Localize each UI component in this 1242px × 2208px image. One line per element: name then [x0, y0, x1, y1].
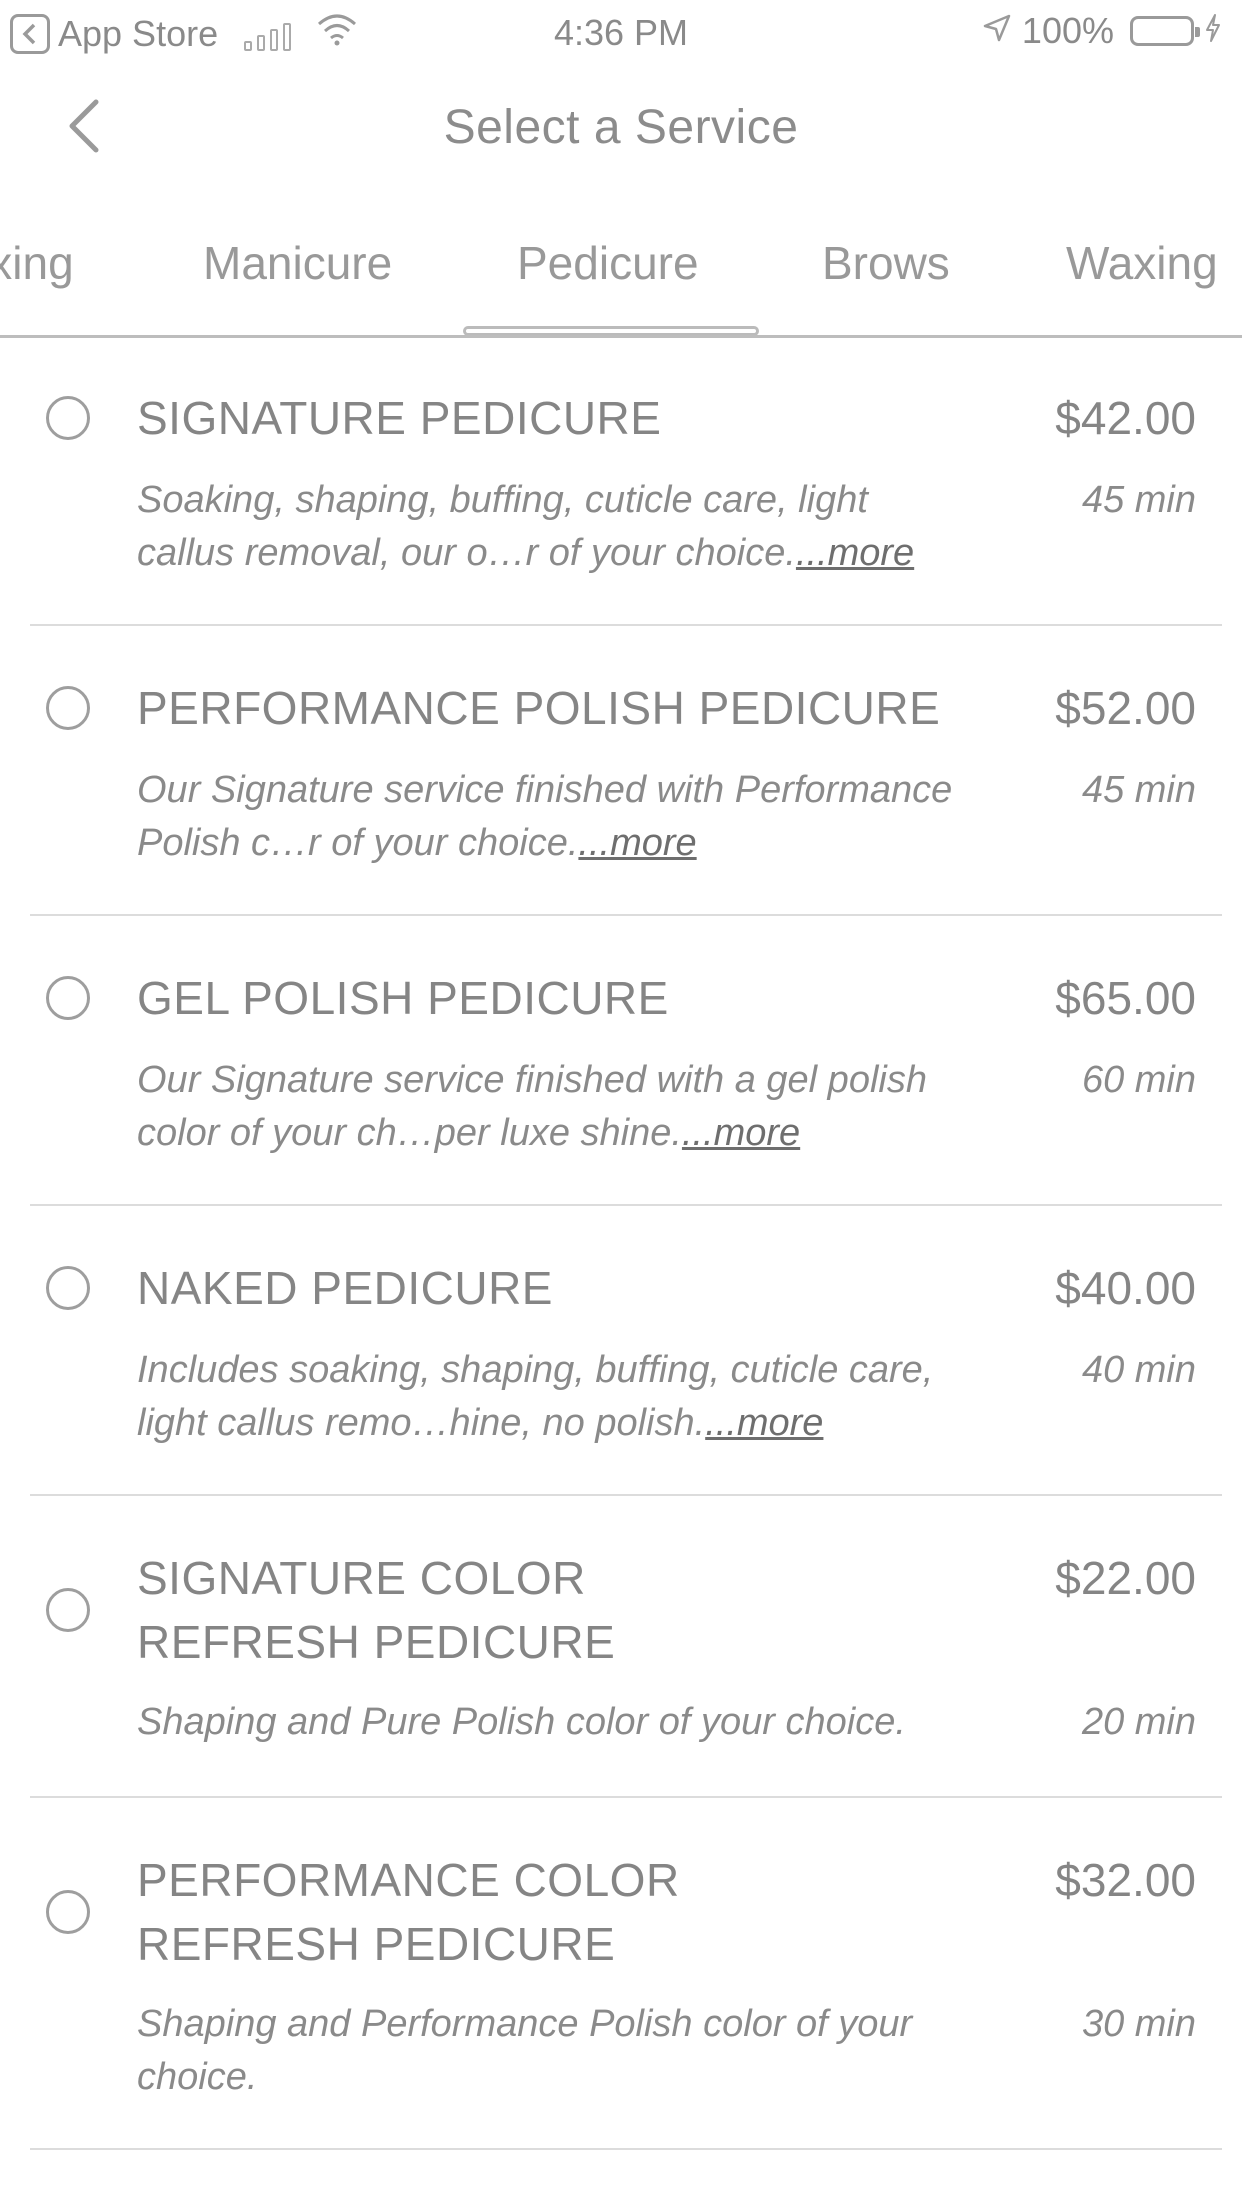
service-duration: 60 min [1081, 1059, 1196, 1101]
service-item[interactable]: PERFORMANCE POLISH PEDICURE $52.00 Our S… [30, 626, 1222, 916]
service-radio[interactable] [46, 1588, 90, 1632]
service-price: $32.00 [1055, 1854, 1196, 1906]
service-price: $40.00 [1055, 1262, 1196, 1314]
service-description: Soaking, shaping, buffing, cuticle care,… [137, 474, 967, 580]
category-tabs: Waxing Manicure Pedicure Brows Waxing [0, 228, 1242, 338]
service-radio[interactable] [46, 1266, 90, 1310]
location-arrow-icon [982, 10, 1012, 52]
description-text: Our Signature service finished with Perf… [137, 769, 953, 864]
more-link[interactable]: ...more [705, 1402, 823, 1444]
service-name: PERFORMANCE COLOR REFRESH PEDICURE [137, 1854, 680, 1970]
description-text: Shaping and Pure Polish color of your ch… [137, 1701, 906, 1743]
more-link[interactable]: ...more [796, 532, 914, 574]
service-description: Our Signature service finished with a ge… [137, 1054, 967, 1160]
service-radio[interactable] [46, 1890, 90, 1934]
battery-icon [1130, 16, 1200, 46]
tab-waxing[interactable]: Waxing [1066, 236, 1218, 290]
service-name: SIGNATURE PEDICURE [137, 392, 662, 444]
battery-percent: 100% [1021, 10, 1114, 51]
navigation-bar: Select a Service [0, 62, 1242, 192]
charging-bolt-icon [1204, 10, 1222, 52]
service-duration: 30 min [1081, 2003, 1196, 2045]
service-name: GEL POLISH PEDICURE [137, 972, 669, 1024]
service-radio[interactable] [46, 976, 90, 1020]
description-text: Shaping and Performance Polish color of … [137, 2003, 913, 2098]
tab-brows[interactable]: Brows [822, 236, 950, 290]
service-item[interactable]: SIGNATURE COLOR REFRESH PEDICURE $22.00 … [30, 1496, 1222, 1798]
service-radio[interactable] [46, 396, 90, 440]
tab-manicure[interactable]: Manicure [203, 236, 392, 290]
description-text: Soaking, shaping, buffing, cuticle care,… [137, 479, 868, 574]
service-duration: 40 min [1081, 1349, 1196, 1391]
service-price: $52.00 [1055, 682, 1196, 734]
service-duration: 20 min [1081, 1701, 1196, 1743]
more-link[interactable]: ...more [578, 822, 696, 864]
service-item[interactable]: GEL POLISH PEDICURE $65.00 Our Signature… [30, 916, 1222, 1206]
status-bar: App Store 4:36 PM 100% [0, 0, 1242, 62]
service-name: PERFORMANCE POLISH PEDICURE [137, 682, 941, 734]
service-name: SIGNATURE COLOR REFRESH PEDICURE [137, 1552, 616, 1668]
more-link[interactable]: ...more [682, 1112, 800, 1154]
tab-pedicure[interactable]: Pedicure [517, 236, 699, 290]
service-radio[interactable] [46, 686, 90, 730]
service-description: Our Signature service finished with Perf… [137, 764, 967, 870]
page-title: Select a Service [443, 101, 799, 154]
service-price: $22.00 [1055, 1552, 1196, 1604]
service-duration: 45 min [1081, 769, 1196, 811]
tab-waxing-left[interactable]: Waxing [0, 236, 74, 290]
service-description: Shaping and Pure Polish color of your ch… [137, 1696, 967, 1749]
service-name: NAKED PEDICURE [137, 1262, 553, 1314]
service-description: Shaping and Performance Polish color of … [137, 1998, 967, 2104]
service-description: Includes soaking, shaping, buffing, cuti… [137, 1344, 967, 1450]
service-price: $42.00 [1055, 392, 1196, 444]
service-item[interactable]: PERFORMANCE COLOR REFRESH PEDICURE $32.0… [30, 1798, 1222, 2150]
description-text: Our Signature service finished with a ge… [137, 1059, 927, 1154]
service-duration: 45 min [1081, 479, 1196, 521]
service-item[interactable]: NAKED PEDICURE $40.00 Includes soaking, … [30, 1206, 1222, 1496]
selected-tab-indicator [463, 326, 759, 335]
service-item[interactable]: SIGNATURE PEDICURE $42.00 Soaking, shapi… [30, 340, 1222, 626]
service-price: $65.00 [1055, 972, 1196, 1024]
